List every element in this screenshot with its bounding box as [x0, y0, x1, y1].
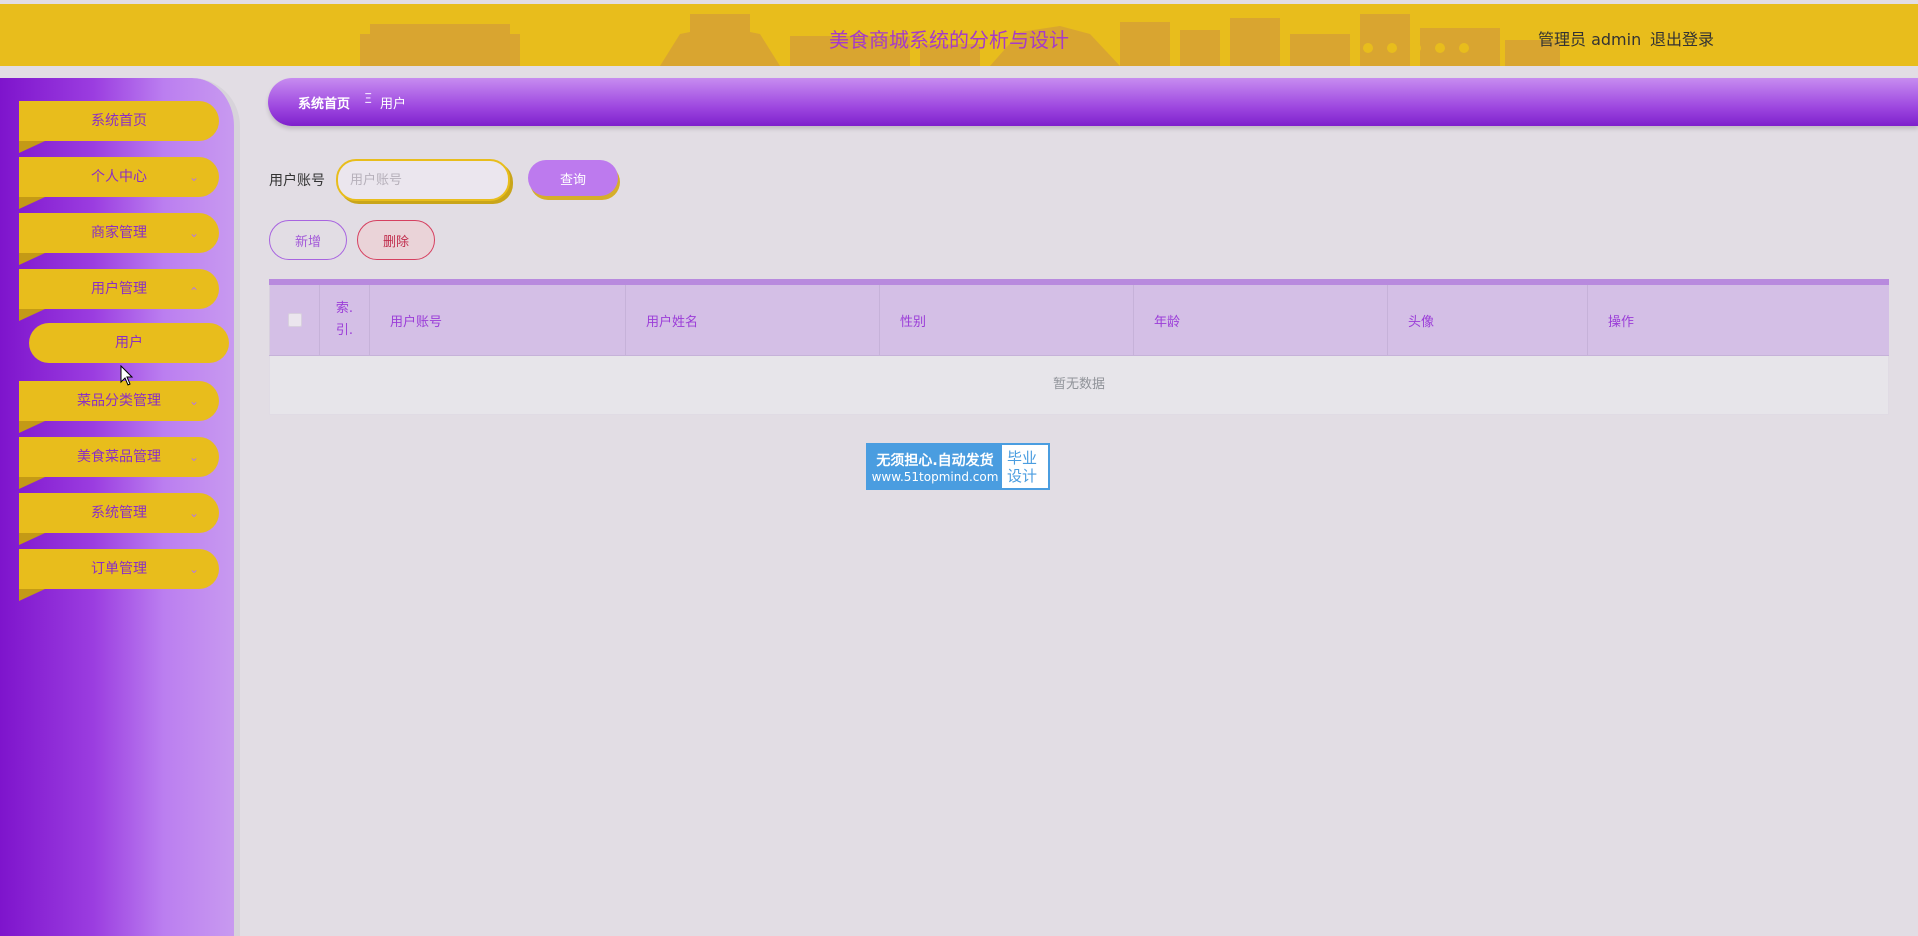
sidebar-item-label: 美食菜品管理 [77, 449, 161, 465]
search-label: 用户账号 [269, 173, 325, 189]
promo-right-line2: 设计 [1007, 467, 1038, 485]
select-all-cell [269, 285, 319, 355]
ribbon-fold [19, 533, 45, 545]
column-header-index: 索. 引. [319, 285, 369, 355]
promo-badge-right: 毕业 设计 [1002, 445, 1048, 488]
ribbon-fold [19, 197, 45, 209]
user-account-search-input[interactable] [336, 159, 510, 201]
add-button[interactable]: 新增 [269, 220, 347, 260]
index-header-line2: 引. [335, 323, 354, 338]
mouse-cursor-icon [120, 365, 134, 386]
users-table: 索. 引. 用户账号 用户姓名 性别 年龄 头像 操作 暂无数据 [269, 279, 1889, 415]
sidebar-item-home[interactable]: 系统首页 [19, 101, 219, 153]
select-all-checkbox[interactable] [287, 313, 302, 327]
delete-button[interactable]: 删除 [357, 220, 435, 260]
query-button[interactable]: 查询 [528, 160, 618, 196]
sidebar-item-label: 个人中心 [91, 169, 147, 185]
breadcrumb-home-link[interactable]: 系统首页 [298, 93, 350, 112]
sidebar-item-personal-center[interactable]: 个人中心 ⌄ [19, 157, 219, 209]
sidebar-subitem-users[interactable]: 用户 [29, 323, 229, 363]
chevron-down-icon: ⌄ [188, 506, 199, 520]
column-header-user-account: 用户账号 [369, 285, 625, 355]
chevron-down-icon: ⌄ [188, 394, 199, 408]
sidebar-item-label: 商家管理 [91, 225, 147, 241]
top-header: 美食商城系统的分析与设计 管理员 admin 退出登录 [0, 4, 1918, 66]
promo-right-line1: 毕业 [1007, 449, 1038, 467]
sidebar-item-dish-category-management[interactable]: 菜品分类管理 ⌄ [19, 381, 219, 433]
sidebar-item-label: 用户管理 [91, 281, 147, 297]
column-header-age: 年龄 [1133, 285, 1387, 355]
chevron-down-icon: ⌄ [188, 450, 199, 464]
promo-line1: 无须担心.自动发货 [876, 452, 994, 469]
column-header-gender: 性别 [879, 285, 1133, 355]
current-user: 管理员 admin [1538, 30, 1642, 49]
chevron-down-icon: ⌄ [188, 226, 199, 240]
sidebar-item-food-dish-management[interactable]: 美食菜品管理 ⌄ [19, 437, 219, 489]
sidebar-item-merchant-management[interactable]: 商家管理 ⌄ [19, 213, 219, 265]
sidebar-item-label: 菜品分类管理 [77, 393, 161, 409]
chevron-down-icon: ⌄ [188, 562, 199, 576]
breadcrumb: 系统首页 Ξ 用户 [268, 78, 1918, 126]
ribbon-fold [19, 309, 45, 321]
table-empty-text: 暂无数据 [269, 356, 1889, 415]
column-header-actions: 操作 [1587, 285, 1889, 355]
sidebar-item-user-management[interactable]: 用户管理 ⌃ [19, 269, 219, 321]
chevron-up-icon: ⌃ [188, 285, 199, 299]
index-header-line1: 索. [335, 301, 354, 316]
sidebar-item-label: 订单管理 [91, 561, 147, 577]
promo-badge[interactable]: 无须担心.自动发货 www.51topmind.com 毕业 设计 [866, 443, 1050, 490]
ribbon-fold [19, 253, 45, 265]
sidebar-item-label: 系统首页 [91, 113, 147, 129]
table-header: 索. 引. 用户账号 用户姓名 性别 年龄 头像 操作 [269, 285, 1889, 356]
sidebar-item-label: 系统管理 [91, 505, 147, 521]
column-header-avatar: 头像 [1387, 285, 1587, 355]
ribbon-fold [19, 589, 45, 601]
ribbon-fold [19, 141, 45, 153]
sidebar: 系统首页 个人中心 ⌄ 商家管理 ⌄ 用户管理 ⌃ 用户 菜品分类管理 ⌄ 美食… [0, 78, 240, 936]
sidebar-subitem-label: 用户 [115, 335, 143, 351]
column-header-user-name: 用户姓名 [625, 285, 879, 355]
chevron-down-icon: ⌄ [188, 170, 199, 184]
sidebar-item-order-management[interactable]: 订单管理 ⌄ [19, 549, 219, 601]
promo-badge-left: 无须担心.自动发货 www.51topmind.com [868, 445, 1002, 488]
logout-link[interactable]: 退出登录 [1650, 26, 1714, 50]
breadcrumb-separator: Ξ [364, 92, 373, 107]
breadcrumb-current: 用户 [380, 97, 407, 112]
ribbon-fold [19, 477, 45, 489]
sidebar-item-system-management[interactable]: 系统管理 ⌄ [19, 493, 219, 545]
ribbon-fold [19, 421, 45, 433]
promo-url: www.51topmind.com [871, 469, 999, 484]
